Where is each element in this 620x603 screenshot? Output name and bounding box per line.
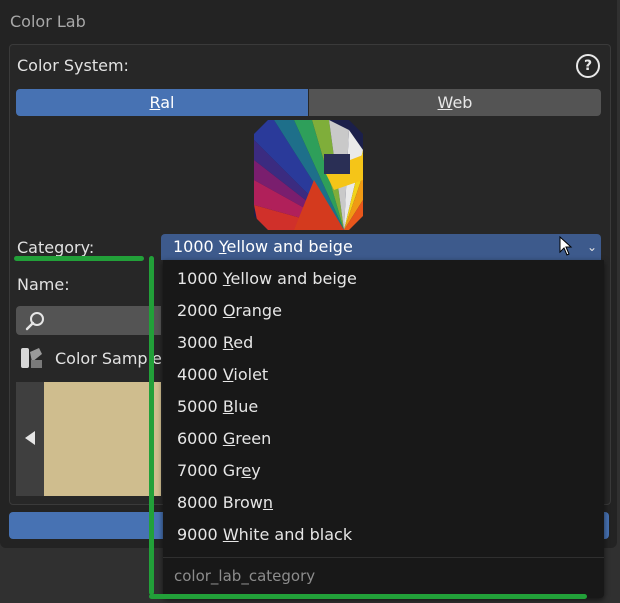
dropdown-footer-property: color_lab_category: [174, 567, 316, 585]
dropdown-item-3000[interactable]: 3000 Red: [177, 327, 597, 359]
help-icon[interactable]: ?: [576, 54, 600, 78]
annotation-outline-top: [14, 256, 144, 261]
category-dropdown-menu: 1000 Yellow and beige 2000 Orange 3000 R…: [163, 260, 604, 598]
dropdown-item-1000[interactable]: 1000 Yellow and beige: [177, 263, 597, 295]
category-dropdown[interactable]: 1000 Yellow and beige ⌄: [161, 234, 601, 260]
dropdown-item-7000[interactable]: 7000 Grey: [177, 455, 597, 487]
color-sample-preview: [16, 382, 161, 496]
color-sample-icon: [21, 348, 42, 368]
dropdown-item-8000[interactable]: 8000 Brown: [177, 487, 597, 519]
arrow-left-icon: [25, 431, 35, 445]
ral-color-fan-image: [254, 120, 363, 230]
previous-sample-button[interactable]: [16, 382, 44, 496]
name-search-input[interactable]: [16, 306, 161, 335]
category-label: Category:: [17, 238, 95, 257]
search-icon: [25, 312, 44, 331]
dropdown-item-5000[interactable]: 5000 Blue: [177, 391, 597, 423]
dropdown-item-9000[interactable]: 9000 White and black: [177, 519, 597, 551]
color-system-web-button[interactable]: Web: [309, 89, 601, 116]
chevron-down-icon: ⌄: [586, 240, 597, 254]
color-sample-swatch: [44, 382, 161, 496]
name-label: Name:: [17, 275, 70, 294]
annotation-outline-bottom: [149, 594, 587, 599]
dropdown-item-4000[interactable]: 4000 Violet: [177, 359, 597, 391]
dropdown-divider: [163, 557, 604, 558]
annotation-outline-left: [149, 256, 154, 595]
mouse-cursor-icon: [559, 236, 573, 256]
category-selected-value: 1000 Yellow and beige: [173, 237, 353, 256]
color-sample-label: Color Sample: [55, 349, 162, 368]
dropdown-item-6000[interactable]: 6000 Green: [177, 423, 597, 455]
panel-title: Color Lab: [10, 12, 86, 31]
color-system-ral-button[interactable]: Ral: [16, 89, 308, 116]
app-window: Color Lab Color System: ? Ral Web Catego…: [0, 0, 620, 603]
color-system-label: Color System:: [17, 56, 129, 75]
dropdown-item-2000[interactable]: 2000 Orange: [177, 295, 597, 327]
